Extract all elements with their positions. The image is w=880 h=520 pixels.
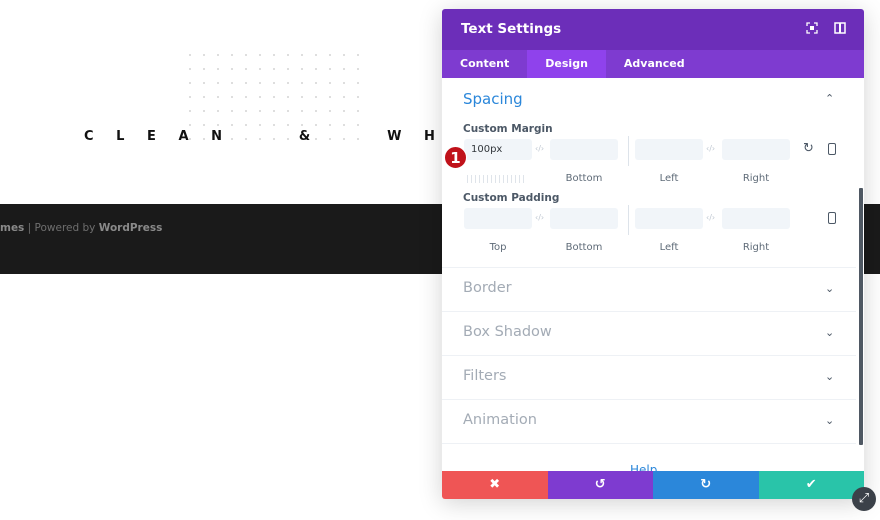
cancel-button[interactable]: ✖	[442, 471, 548, 499]
padding-top-input[interactable]	[464, 208, 532, 229]
redo-button[interactable]: ↻	[653, 471, 759, 499]
tab-design[interactable]: Design	[527, 50, 606, 78]
chevron-down-icon: ⌄	[825, 282, 835, 295]
chevron-up-icon[interactable]: ⌃	[825, 92, 834, 105]
padding-right-label: Right	[742, 242, 770, 253]
padding-top-label: Top	[489, 242, 507, 253]
footer-credits: mes | Powered by WordPress	[0, 222, 162, 234]
section-border[interactable]: Border ⌄	[442, 267, 856, 311]
step-badge: 1	[444, 146, 467, 169]
chevron-down-icon: ⌄	[825, 370, 835, 383]
section-title: Filters	[463, 368, 507, 384]
padding-left-input[interactable]	[635, 208, 703, 229]
tab-advanced[interactable]: Advanced	[606, 50, 703, 78]
section-title: Box Shadow	[463, 324, 552, 340]
text-settings-panel: Text Settings Content Design Advanced Sp…	[442, 9, 864, 499]
padding-bottom-label: Bottom	[565, 242, 603, 253]
link-icon[interactable]: ‹/›	[706, 144, 715, 153]
link-icon[interactable]: ‹/›	[535, 144, 544, 153]
split-view-icon[interactable]	[833, 22, 847, 36]
custom-margin-label: Custom Margin	[463, 123, 553, 135]
section-animation[interactable]: Animation ⌄	[442, 399, 856, 443]
margin-right-input[interactable]	[722, 139, 790, 160]
margin-top-input[interactable]	[464, 139, 532, 160]
footer-theme-link[interactable]: mes	[0, 222, 24, 234]
undo-button[interactable]: ↺	[547, 471, 653, 499]
margin-left-label: Left	[659, 173, 679, 184]
scrollbar[interactable]	[859, 188, 863, 445]
margin-right-label: Right	[742, 173, 770, 184]
responsive-phone-icon[interactable]	[828, 143, 836, 155]
divider	[628, 136, 629, 166]
help-link[interactable]: Help	[630, 463, 657, 471]
padding-left-label: Left	[659, 242, 679, 253]
panel-tabs: Content Design Advanced	[442, 50, 864, 78]
link-icon[interactable]: ‹/›	[706, 213, 715, 222]
panel-body: Spacing ⌃ Custom Margin ‹/› ‹/› ↻ Bottom…	[442, 78, 864, 471]
page: CLEAN & WHITE mes | Powered by WordPress…	[0, 0, 880, 520]
margin-left-input[interactable]	[635, 139, 703, 160]
section-title: Animation	[463, 412, 537, 428]
margin-bottom-label: Bottom	[565, 173, 603, 184]
section-box-shadow[interactable]: Box Shadow ⌄	[442, 311, 856, 355]
section-filters[interactable]: Filters ⌄	[442, 355, 856, 399]
link-icon[interactable]: ‹/›	[535, 213, 544, 222]
footer-separator: | Powered by	[24, 222, 99, 234]
panel-title: Text Settings	[461, 21, 562, 37]
resize-handle-icon[interactable]: ⤢	[852, 487, 876, 511]
padding-right-input[interactable]	[722, 208, 790, 229]
tab-content[interactable]: Content	[442, 50, 527, 78]
panel-header[interactable]: Text Settings	[442, 9, 864, 50]
chevron-down-icon: ⌄	[825, 414, 835, 427]
slider-ticks[interactable]	[467, 175, 527, 183]
padding-bottom-input[interactable]	[550, 208, 618, 229]
divider	[628, 205, 629, 235]
action-bar: ✖ ↺ ↻ ✔	[442, 471, 864, 499]
responsive-phone-icon[interactable]	[828, 212, 836, 224]
custom-padding-label: Custom Padding	[463, 192, 560, 204]
save-button[interactable]: ✔	[758, 471, 864, 499]
section-title: Border	[463, 280, 512, 296]
reset-icon[interactable]: ↻	[803, 141, 814, 156]
spacing-section-title[interactable]: Spacing	[463, 90, 523, 108]
footer-wordpress-link[interactable]: WordPress	[99, 222, 163, 234]
margin-bottom-input[interactable]	[550, 139, 618, 160]
expand-icon[interactable]	[805, 22, 819, 36]
chevron-down-icon: ⌄	[825, 326, 835, 339]
